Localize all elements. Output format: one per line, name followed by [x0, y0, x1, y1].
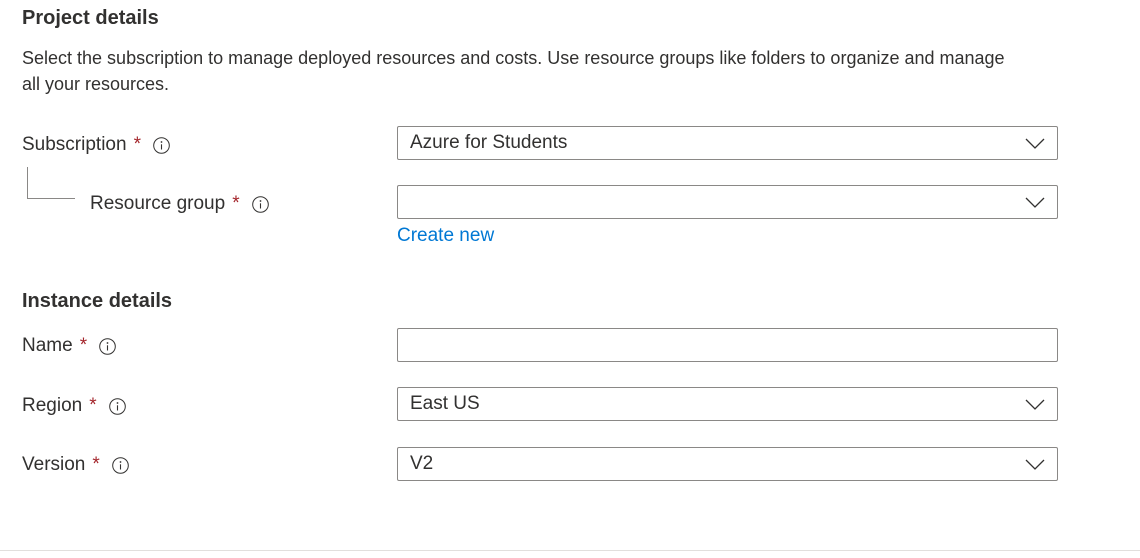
required-indicator: * [232, 193, 240, 214]
bottom-divider [0, 550, 1140, 551]
chevron-down-icon [1025, 194, 1045, 210]
resource-group-label-row: Resource group * [90, 192, 269, 216]
version-dropdown-value: V2 [410, 453, 434, 474]
version-label-row: Version * [22, 453, 129, 477]
subscription-label-row: Subscription * [22, 133, 170, 157]
chevron-down-icon [1025, 456, 1045, 472]
version-dropdown[interactable]: V2 [397, 447, 1058, 481]
name-input-wrapper [397, 328, 1058, 362]
region-label: Region [22, 395, 83, 416]
info-icon[interactable] [99, 338, 116, 355]
required-indicator: * [79, 335, 88, 356]
resource-group-dropdown[interactable] [397, 185, 1058, 219]
project-details-heading: Project details [22, 7, 159, 29]
chevron-down-icon [1025, 135, 1045, 151]
required-indicator: * [89, 395, 97, 416]
create-new-resource-group-link[interactable]: Create new [397, 224, 494, 248]
subscription-dropdown[interactable]: Azure for Students [397, 126, 1058, 160]
info-icon[interactable] [153, 137, 170, 154]
version-label: Version [22, 454, 86, 475]
name-label: Name [22, 335, 73, 356]
subscription-dropdown-value: Azure for Students [410, 132, 568, 153]
name-input[interactable] [398, 329, 1057, 361]
info-icon[interactable] [111, 457, 129, 474]
subscription-label: Subscription [22, 134, 127, 155]
region-dropdown[interactable]: East US [397, 387, 1058, 421]
region-dropdown-value: East US [410, 393, 480, 414]
info-icon[interactable] [108, 398, 126, 415]
chevron-down-icon [1025, 396, 1045, 412]
project-details-description: Select the subscription to manage deploy… [22, 48, 1005, 94]
name-label-row: Name * [22, 334, 116, 358]
tree-connector [27, 167, 75, 199]
info-icon[interactable] [251, 196, 269, 213]
required-indicator: * [92, 454, 100, 475]
resource-group-label: Resource group [90, 193, 226, 214]
instance-details-heading: Instance details [22, 290, 173, 312]
required-indicator: * [133, 134, 141, 155]
region-label-row: Region * [22, 394, 126, 418]
